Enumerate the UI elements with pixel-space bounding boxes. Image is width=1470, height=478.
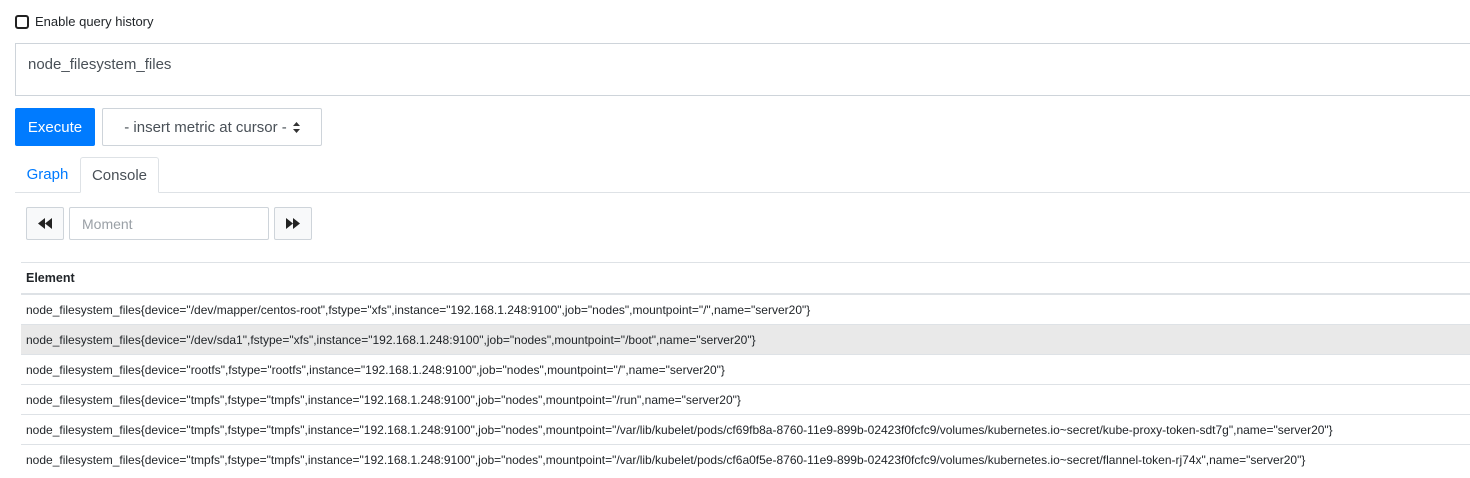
query-text: node_filesystem_files	[28, 56, 172, 73]
select-caret-icon	[292, 121, 300, 133]
results-table: Element node_filesystem_files{device="/d…	[21, 262, 1470, 474]
query-history-label: Enable query history	[35, 14, 154, 29]
element-cell: node_filesystem_files{device="/dev/sda1"…	[21, 324, 1470, 355]
table-row: node_filesystem_files{device="tmpfs",fst…	[21, 444, 1470, 474]
table-row: node_filesystem_files{device="tmpfs",fst…	[21, 414, 1470, 445]
moment-input[interactable]	[69, 207, 269, 240]
element-cell: node_filesystem_files{device="/dev/mappe…	[21, 293, 1470, 325]
execute-button[interactable]: Execute	[15, 108, 95, 146]
element-cell: node_filesystem_files{device="tmpfs",fst…	[21, 414, 1470, 445]
element-cell: node_filesystem_files{device="tmpfs",fst…	[21, 444, 1470, 474]
moment-back-button[interactable]	[26, 207, 64, 240]
insert-metric-label: - insert metric at cursor -	[124, 118, 287, 136]
table-row: node_filesystem_files{device="tmpfs",fst…	[21, 384, 1470, 415]
element-column-header: Element	[21, 262, 1470, 295]
tab-graph[interactable]: Graph	[15, 157, 80, 192]
query-history-toggle[interactable]: Enable query history	[15, 14, 154, 29]
insert-metric-select[interactable]: - insert metric at cursor -	[102, 108, 322, 146]
results-body: node_filesystem_files{device="/dev/mappe…	[21, 293, 1470, 474]
moment-forward-button[interactable]	[274, 207, 312, 240]
table-row: node_filesystem_files{device="rootfs",fs…	[21, 354, 1470, 385]
table-row: node_filesystem_files{device="/dev/sda1"…	[21, 324, 1470, 355]
query-history-checkbox[interactable]	[15, 14, 29, 29]
table-row: node_filesystem_files{device="/dev/mappe…	[21, 293, 1470, 325]
view-tabs: Graph Console	[15, 157, 1470, 193]
forward-icon	[286, 218, 300, 229]
tab-console[interactable]: Console	[80, 157, 159, 193]
prometheus-query-page: Enable query history node_filesystem_fil…	[0, 0, 1470, 478]
backward-icon	[38, 218, 52, 229]
element-cell: node_filesystem_files{device="tmpfs",fst…	[21, 384, 1470, 415]
element-cell: node_filesystem_files{device="rootfs",fs…	[21, 354, 1470, 385]
table-header-row: Element	[21, 262, 1470, 295]
query-input[interactable]: node_filesystem_files	[15, 43, 1470, 96]
